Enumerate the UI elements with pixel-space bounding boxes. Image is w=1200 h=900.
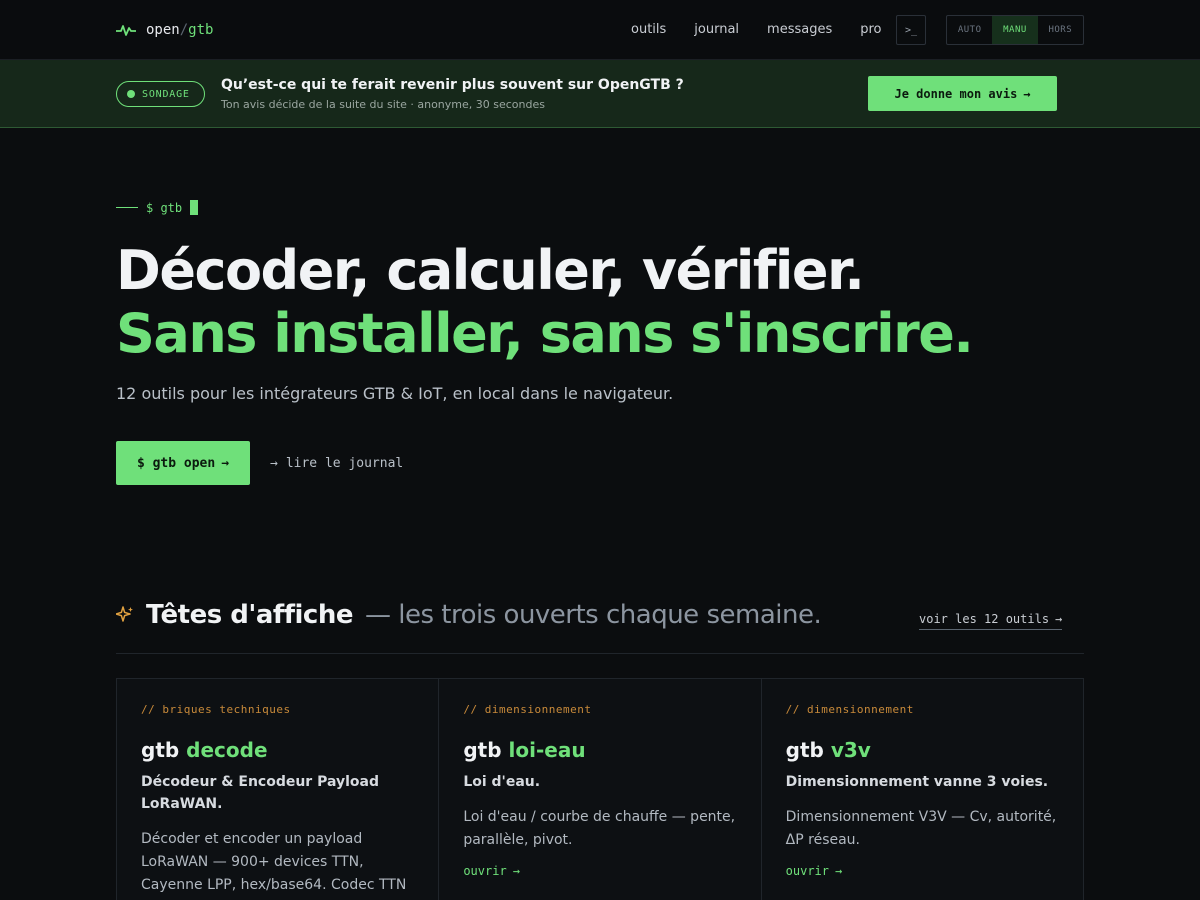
sparkle-icon bbox=[116, 606, 133, 622]
logo-text: open/gtb bbox=[146, 22, 214, 38]
survey-cta-label: Je donne mon avis bbox=[894, 86, 1018, 101]
hero-lead: 12 outils pour les intégrateurs GTB & Io… bbox=[116, 384, 674, 403]
read-journal-label: lire le journal bbox=[285, 455, 404, 471]
cursor-block-icon bbox=[190, 200, 199, 215]
prompt-text: $ gtb bbox=[146, 200, 183, 215]
card-category: // dimensionnement bbox=[785, 703, 914, 716]
card-name: gtb v3v bbox=[786, 738, 1059, 762]
read-journal-link[interactable]: → lire le journal bbox=[270, 452, 403, 474]
gtb-open-button[interactable]: $ gtb open → bbox=[116, 441, 250, 485]
card-open-link[interactable]: ouvrir → bbox=[786, 864, 1059, 878]
card-prefix: gtb bbox=[785, 738, 824, 762]
card-tagline: Loi d'eau. bbox=[463, 774, 541, 790]
pulse-icon bbox=[116, 25, 136, 36]
survey-subtitle: Ton avis décide de la suite du site · an… bbox=[221, 98, 545, 111]
card-category: // briques techniques bbox=[141, 703, 291, 716]
tool-card-v3v[interactable]: // dimensionnement gtb v3v Dimensionneme… bbox=[761, 679, 1083, 900]
survey-question: Qu’est-ce qui te ferait revenir plus sou… bbox=[221, 77, 684, 93]
survey-badge-label: SONDAGE bbox=[142, 88, 190, 100]
card-tool-name: v3v bbox=[830, 738, 871, 762]
card-tagline: Dimensionnement vanne 3 voies. bbox=[785, 774, 1049, 790]
survey-cta-button[interactable]: Je donne mon avis → bbox=[868, 76, 1057, 111]
site-logo[interactable]: open/gtb bbox=[116, 20, 213, 40]
featured-subtitle: — les trois ouverts chaque semaine. bbox=[364, 600, 822, 630]
status-dot-icon bbox=[127, 90, 135, 98]
mode-manu-option[interactable]: MANU bbox=[992, 16, 1038, 44]
card-open-link[interactable]: ouvrir → bbox=[463, 864, 736, 878]
arrow-right-icon: → bbox=[512, 864, 520, 878]
nav-link-journal[interactable]: journal bbox=[694, 20, 739, 40]
gtb-open-label: $ gtb open bbox=[136, 455, 216, 471]
section-divider bbox=[116, 653, 1084, 654]
survey-banner: SONDAGE Qu’est-ce qui te ferait revenir … bbox=[0, 60, 1200, 128]
nav-link-messages[interactable]: messages bbox=[767, 20, 832, 40]
card-name: gtb decode bbox=[141, 738, 414, 762]
nav-link-pro[interactable]: pro bbox=[860, 20, 881, 40]
card-description: Décoder et encoder un payload LoRaWAN — … bbox=[141, 831, 407, 893]
card-prefix: gtb bbox=[141, 738, 180, 762]
see-all-tools-link[interactable]: voir les 12 outils → bbox=[919, 612, 1063, 630]
arrow-right-icon: → bbox=[221, 455, 230, 471]
mode-hors-option[interactable]: HORS bbox=[1038, 16, 1083, 44]
featured-title: Têtes d'affiche bbox=[146, 600, 353, 630]
card-description: Dimensionnement V3V — Cv, autorité, ΔP r… bbox=[785, 809, 1057, 848]
card-category: // dimensionnement bbox=[463, 703, 592, 716]
tool-card-decode[interactable]: // briques techniques gtb decode Décodeu… bbox=[117, 679, 440, 900]
card-tagline: Décodeur & Encodeur Payload LoRaWAN. bbox=[141, 774, 379, 812]
card-name: gtb loi-eau bbox=[463, 738, 736, 762]
arrow-right-icon: → bbox=[835, 864, 843, 878]
card-open-label: ouvrir bbox=[463, 864, 507, 878]
tool-card-loi-eau[interactable]: // dimensionnement gtb loi-eau Loi d'eau… bbox=[439, 679, 762, 900]
card-tool-name: decode bbox=[186, 738, 268, 762]
card-prefix: gtb bbox=[463, 738, 502, 762]
nav-link-outils[interactable]: outils bbox=[631, 20, 666, 40]
featured-header: Têtes d'affiche — les trois ouverts chaq… bbox=[116, 600, 822, 630]
arrow-right-icon: → bbox=[1055, 612, 1063, 626]
card-tool-name: loi-eau bbox=[508, 738, 586, 762]
hero-title-line-2: Sans installer, sans s'inscrire. bbox=[116, 302, 974, 365]
prompt-line bbox=[116, 207, 138, 208]
featured-cards: // briques techniques gtb decode Décodeu… bbox=[116, 678, 1084, 900]
survey-badge: SONDAGE bbox=[116, 81, 205, 107]
mode-switch: AUTO MANU HORS bbox=[946, 15, 1084, 45]
see-all-label: voir les 12 outils bbox=[919, 612, 1050, 626]
top-nav: open/gtb outils journal messages pro >_ … bbox=[0, 0, 1200, 60]
hero-title-line-1: Décoder, calculer, vérifier. bbox=[116, 239, 865, 302]
card-open-label: ouvrir bbox=[785, 864, 830, 878]
arrow-right-icon: → bbox=[270, 455, 278, 471]
card-description: Loi d'eau / courbe de chauffe — pente, p… bbox=[463, 809, 736, 848]
mode-auto-option[interactable]: AUTO bbox=[947, 16, 992, 44]
arrow-right-icon: → bbox=[1023, 86, 1031, 101]
nav-links: outils journal messages pro bbox=[631, 20, 882, 40]
hero-prompt: $ gtb bbox=[116, 200, 199, 215]
terminal-button[interactable]: >_ bbox=[896, 15, 926, 45]
